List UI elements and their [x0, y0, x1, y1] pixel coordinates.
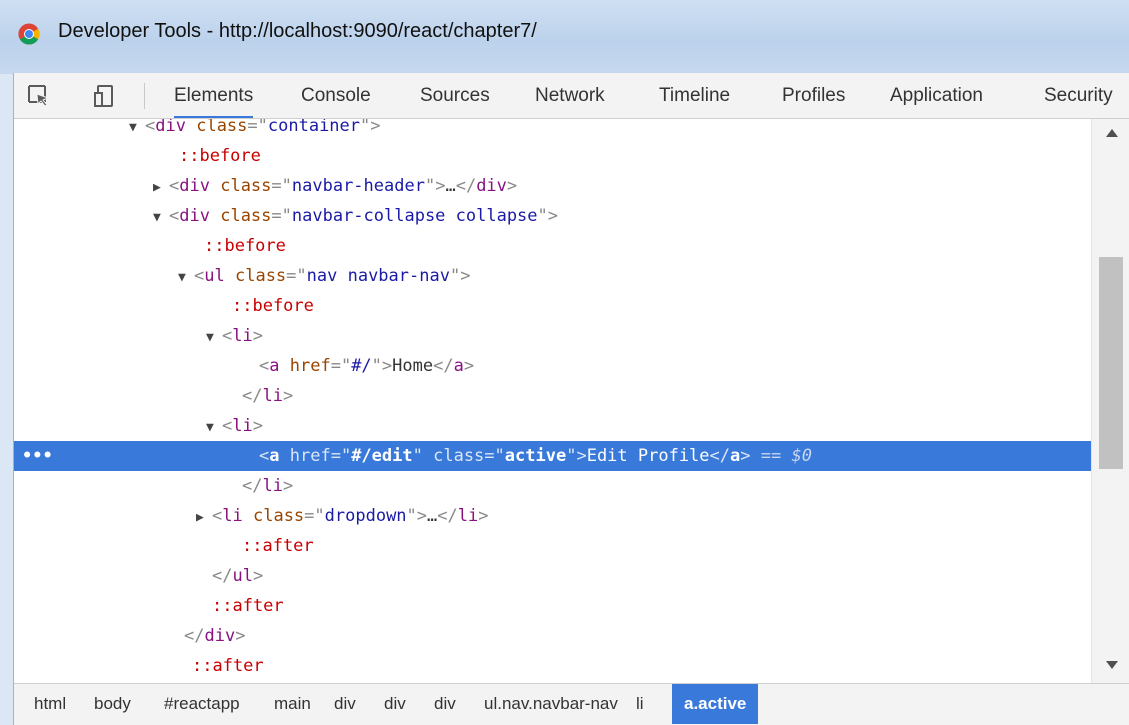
breadcrumb: html body #reactapp main div div div ul.nav.nav… [14, 683, 1129, 725]
breadcrumb-item[interactable]: body [94, 684, 131, 724]
breadcrumb-item[interactable]: div [384, 684, 406, 724]
chrome-icon [18, 23, 40, 45]
dom-node-markup: <div class="navbar-collapse collapse"> [169, 206, 559, 226]
collapse-triangle-icon[interactable]: ▼ [153, 203, 169, 233]
dom-node-markup: <ul class="nav navbar-nav"> [194, 266, 471, 286]
breadcrumb-item[interactable]: html [34, 684, 66, 724]
tab-timeline[interactable]: Timeline [659, 73, 730, 118]
dom-node-markup: <a href="#/edit" class="active">Edit Pro… [259, 446, 812, 466]
dom-node-markup: </div> [184, 626, 246, 646]
breadcrumb-item[interactable]: div [434, 684, 456, 724]
dom-node-markup: <div class="container"> [145, 119, 381, 136]
dom-node-markup: ::before [179, 146, 261, 166]
dom-node-markup: ::before [204, 236, 286, 256]
dom-node[interactable]: <a href="#/">Home</a> [14, 351, 1091, 381]
node-actions-ellipsis[interactable]: ••• [22, 441, 53, 471]
device-toolbar-icon[interactable] [92, 83, 118, 109]
inspect-element-icon[interactable] [26, 83, 52, 109]
devtools-window: Elements Console Sources Network Timeline Pro… [13, 73, 1129, 725]
dom-node[interactable]: ::before [14, 231, 1091, 261]
scroll-down-arrow-icon[interactable] [1106, 661, 1118, 669]
dom-node-markup: <li> [222, 416, 263, 436]
dom-node-markup: <li> [222, 326, 263, 346]
devtools-toolbar: Elements Console Sources Network Timeline Pro… [14, 73, 1129, 119]
dom-node[interactable]: ▼ <li> [14, 411, 1091, 441]
collapse-triangle-icon[interactable]: ▼ [206, 323, 222, 353]
window-title: Developer Tools - http://localhost:9090/… [58, 20, 537, 42]
dom-node[interactable]: </div> [14, 621, 1091, 651]
dom-node[interactable]: ▶ <li class="dropdown">…</li> [14, 501, 1091, 531]
dom-tree-scrollbar[interactable] [1091, 119, 1129, 683]
tab-console[interactable]: Console [301, 73, 371, 118]
dom-node[interactable]: </li> [14, 381, 1091, 411]
dom-node-markup: <div class="navbar-header">…</div> [169, 176, 518, 196]
dom-node[interactable]: ::after [14, 591, 1091, 621]
tab-application[interactable]: Application [890, 73, 983, 118]
collapse-triangle-icon[interactable]: ▼ [129, 119, 145, 143]
dom-node[interactable]: ▼ <div class="navbar-collapse collapse"> [14, 201, 1091, 231]
breadcrumb-item[interactable]: main [274, 684, 311, 724]
breadcrumb-item[interactable]: li [636, 684, 644, 724]
dom-node-markup: <a href="#/">Home</a> [259, 356, 475, 376]
tab-elements[interactable]: Elements [174, 73, 254, 118]
dom-node-markup: ::after [242, 536, 314, 556]
dom-node-markup: <li class="dropdown">…</li> [212, 506, 489, 526]
dom-node-markup: ::after [212, 596, 284, 616]
dom-node-markup: ::after [192, 656, 264, 676]
dom-node-selected[interactable]: ••• <a href="#/edit" class="active">Edit … [14, 441, 1091, 471]
breadcrumb-item[interactable]: div [334, 684, 356, 724]
scroll-up-arrow-icon[interactable] [1106, 129, 1118, 137]
breadcrumb-item[interactable]: #reactapp [164, 684, 240, 724]
dom-node[interactable]: ▼ <div class="container"> [14, 119, 1091, 141]
tab-network[interactable]: Network [535, 73, 605, 118]
tab-profiles[interactable]: Profiles [782, 73, 845, 118]
dom-node[interactable]: ::after [14, 651, 1091, 681]
dom-node[interactable]: ▼ <ul class="nav navbar-nav"> [14, 261, 1091, 291]
dom-node-markup: ::before [232, 296, 314, 316]
dom-node[interactable]: ▼ <li> [14, 321, 1091, 351]
dom-node[interactable]: ::before [14, 141, 1091, 171]
window-titlebar: Developer Tools - http://localhost:9090/… [0, 0, 1129, 74]
expand-triangle-icon[interactable]: ▶ [196, 503, 212, 533]
dom-node-markup: </li> [242, 476, 294, 496]
dom-node[interactable]: ::after [14, 531, 1091, 561]
collapse-triangle-icon[interactable]: ▼ [206, 413, 222, 443]
dom-node[interactable]: ▶ <div class="navbar-header">…</div> [14, 171, 1091, 201]
expand-triangle-icon[interactable]: ▶ [153, 173, 169, 203]
breadcrumb-item[interactable]: ul.nav.navbar-nav [484, 684, 618, 724]
breadcrumb-item[interactable]: a.active [672, 684, 759, 724]
dom-node-markup: </ul> [212, 566, 264, 586]
dom-tree[interactable]: ▼ <div class="container">::before ▶ <div cl… [14, 119, 1091, 683]
tab-security[interactable]: Security [1044, 73, 1113, 118]
scrollbar-thumb[interactable] [1099, 257, 1123, 469]
dom-node-markup: </li> [242, 386, 294, 406]
dom-node[interactable]: </li> [14, 471, 1091, 501]
collapse-triangle-icon[interactable]: ▼ [178, 263, 194, 293]
dom-node[interactable]: ::before [14, 291, 1091, 321]
dom-node[interactable]: </ul> [14, 561, 1091, 591]
tab-sources[interactable]: Sources [420, 73, 490, 118]
toolbar-separator [144, 83, 145, 109]
